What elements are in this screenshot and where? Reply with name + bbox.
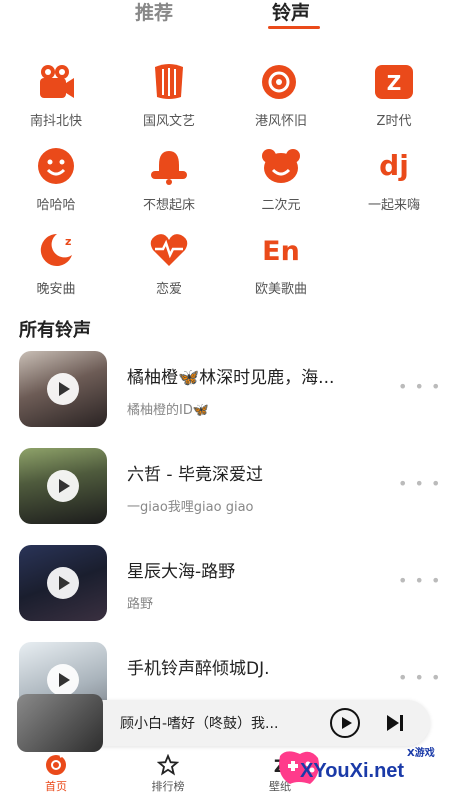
watermark-text: XYouXi.net: [300, 760, 405, 782]
section-title: 所有铃声: [19, 320, 91, 341]
play-icon[interactable]: [47, 664, 79, 696]
nav-label: 首页: [45, 780, 67, 793]
next-track-icon[interactable]: [385, 713, 405, 733]
svg-text:Z: Z: [387, 71, 402, 95]
category-item-western[interactable]: En 欧美歌曲: [231, 228, 331, 297]
top-tab-bar: 推荐 铃声: [0, 0, 450, 34]
ringtone-title: 六哲 - 毕竟深爱过: [127, 465, 263, 485]
list-item[interactable]: 星辰大海-路野 路野 • • •: [0, 545, 450, 625]
more-options-icon[interactable]: • • •: [398, 474, 441, 493]
active-tab-indicator: [268, 26, 320, 29]
category-label: 不想起床: [142, 198, 195, 213]
lyre-icon: [147, 60, 191, 104]
category-item-zgen[interactable]: Z Z时代: [344, 60, 444, 129]
camera-icon: [34, 60, 78, 104]
tab-recommend[interactable]: 推荐: [135, 0, 173, 25]
watermark-tag: X游戏: [407, 748, 435, 759]
ringtone-artist: 路野: [127, 597, 154, 612]
ringtone-title: 手机铃声醉倾城DJ.: [127, 659, 270, 679]
en-icon: En: [259, 228, 303, 272]
category-label: 港风怀旧: [254, 114, 307, 129]
dj-icon: dj: [372, 144, 416, 188]
category-label: 恋爱: [155, 282, 182, 297]
play-icon[interactable]: [47, 373, 79, 405]
z-icon: Z: [372, 60, 416, 104]
bear-icon: [259, 144, 303, 188]
alarm-bell-icon: [147, 144, 191, 188]
star-icon: [157, 754, 179, 776]
play-icon[interactable]: [47, 470, 79, 502]
category-label: 国风文艺: [142, 114, 195, 129]
ringtone-thumbnail[interactable]: [19, 351, 107, 427]
vinyl-icon: [259, 60, 303, 104]
ringtone-artist: 橘柚橙的ID🦋: [127, 403, 210, 418]
category-label: 一起来嗨: [367, 198, 420, 213]
now-playing-cover[interactable]: [17, 694, 103, 752]
category-item-goodnight[interactable]: z 晚安曲: [6, 228, 106, 297]
now-playing-title: 顾小白-嗜好（咚鼓）我...: [120, 716, 279, 732]
nav-item-home[interactable]: 首页: [21, 754, 91, 794]
ringtone-title: 星辰大海-路野: [127, 562, 236, 582]
category-item-douyin[interactable]: 南抖北快: [6, 60, 106, 129]
play-icon[interactable]: [47, 567, 79, 599]
play-button[interactable]: [330, 708, 360, 738]
category-item-wakeup[interactable]: 不想起床: [119, 144, 219, 213]
svg-text:dj: dj: [379, 149, 409, 182]
ringtone-artist: 一giao我哩giao giao: [127, 500, 254, 515]
tab-ringtone[interactable]: 铃声: [272, 0, 310, 25]
heartbeat-icon: [147, 228, 191, 272]
category-label: 晚安曲: [36, 282, 76, 297]
category-item-party[interactable]: dj 一起来嗨: [344, 144, 444, 213]
category-item-guofeng[interactable]: 国风文艺: [119, 60, 219, 129]
moon-icon: z: [34, 228, 78, 272]
ringtone-title: 橘柚橙🦋林深时见鹿，海...: [127, 368, 335, 388]
category-item-love[interactable]: 恋爱: [119, 228, 219, 297]
category-label: 欧美歌曲: [254, 282, 307, 297]
list-item[interactable]: 六哲 - 毕竟深爱过 一giao我哩giao giao • • •: [0, 448, 450, 528]
category-item-gangfeng[interactable]: 港风怀旧: [231, 60, 331, 129]
list-item[interactable]: 橘柚橙🦋林深时见鹿，海... 橘柚橙的ID🦋 • • •: [0, 351, 450, 431]
ringtone-thumbnail[interactable]: [19, 545, 107, 621]
nav-item-ranking[interactable]: 排行榜: [133, 754, 203, 794]
category-item-acg[interactable]: 二次元: [231, 144, 331, 213]
category-label: Z时代: [376, 114, 412, 129]
svg-text:z: z: [65, 235, 71, 248]
svg-text:En: En: [262, 236, 300, 267]
more-options-icon[interactable]: • • •: [398, 377, 441, 396]
smile-icon: [34, 144, 78, 188]
category-label: 南抖北快: [29, 114, 82, 129]
category-label: 二次元: [261, 198, 301, 213]
category-label: 哈哈哈: [36, 198, 76, 213]
category-item-hahaha[interactable]: 哈哈哈: [6, 144, 106, 213]
more-options-icon[interactable]: • • •: [398, 571, 441, 590]
home-icon: [46, 754, 66, 775]
ringtone-thumbnail[interactable]: [19, 448, 107, 524]
nav-label: 排行榜: [151, 780, 185, 793]
more-options-icon[interactable]: • • •: [398, 668, 441, 687]
